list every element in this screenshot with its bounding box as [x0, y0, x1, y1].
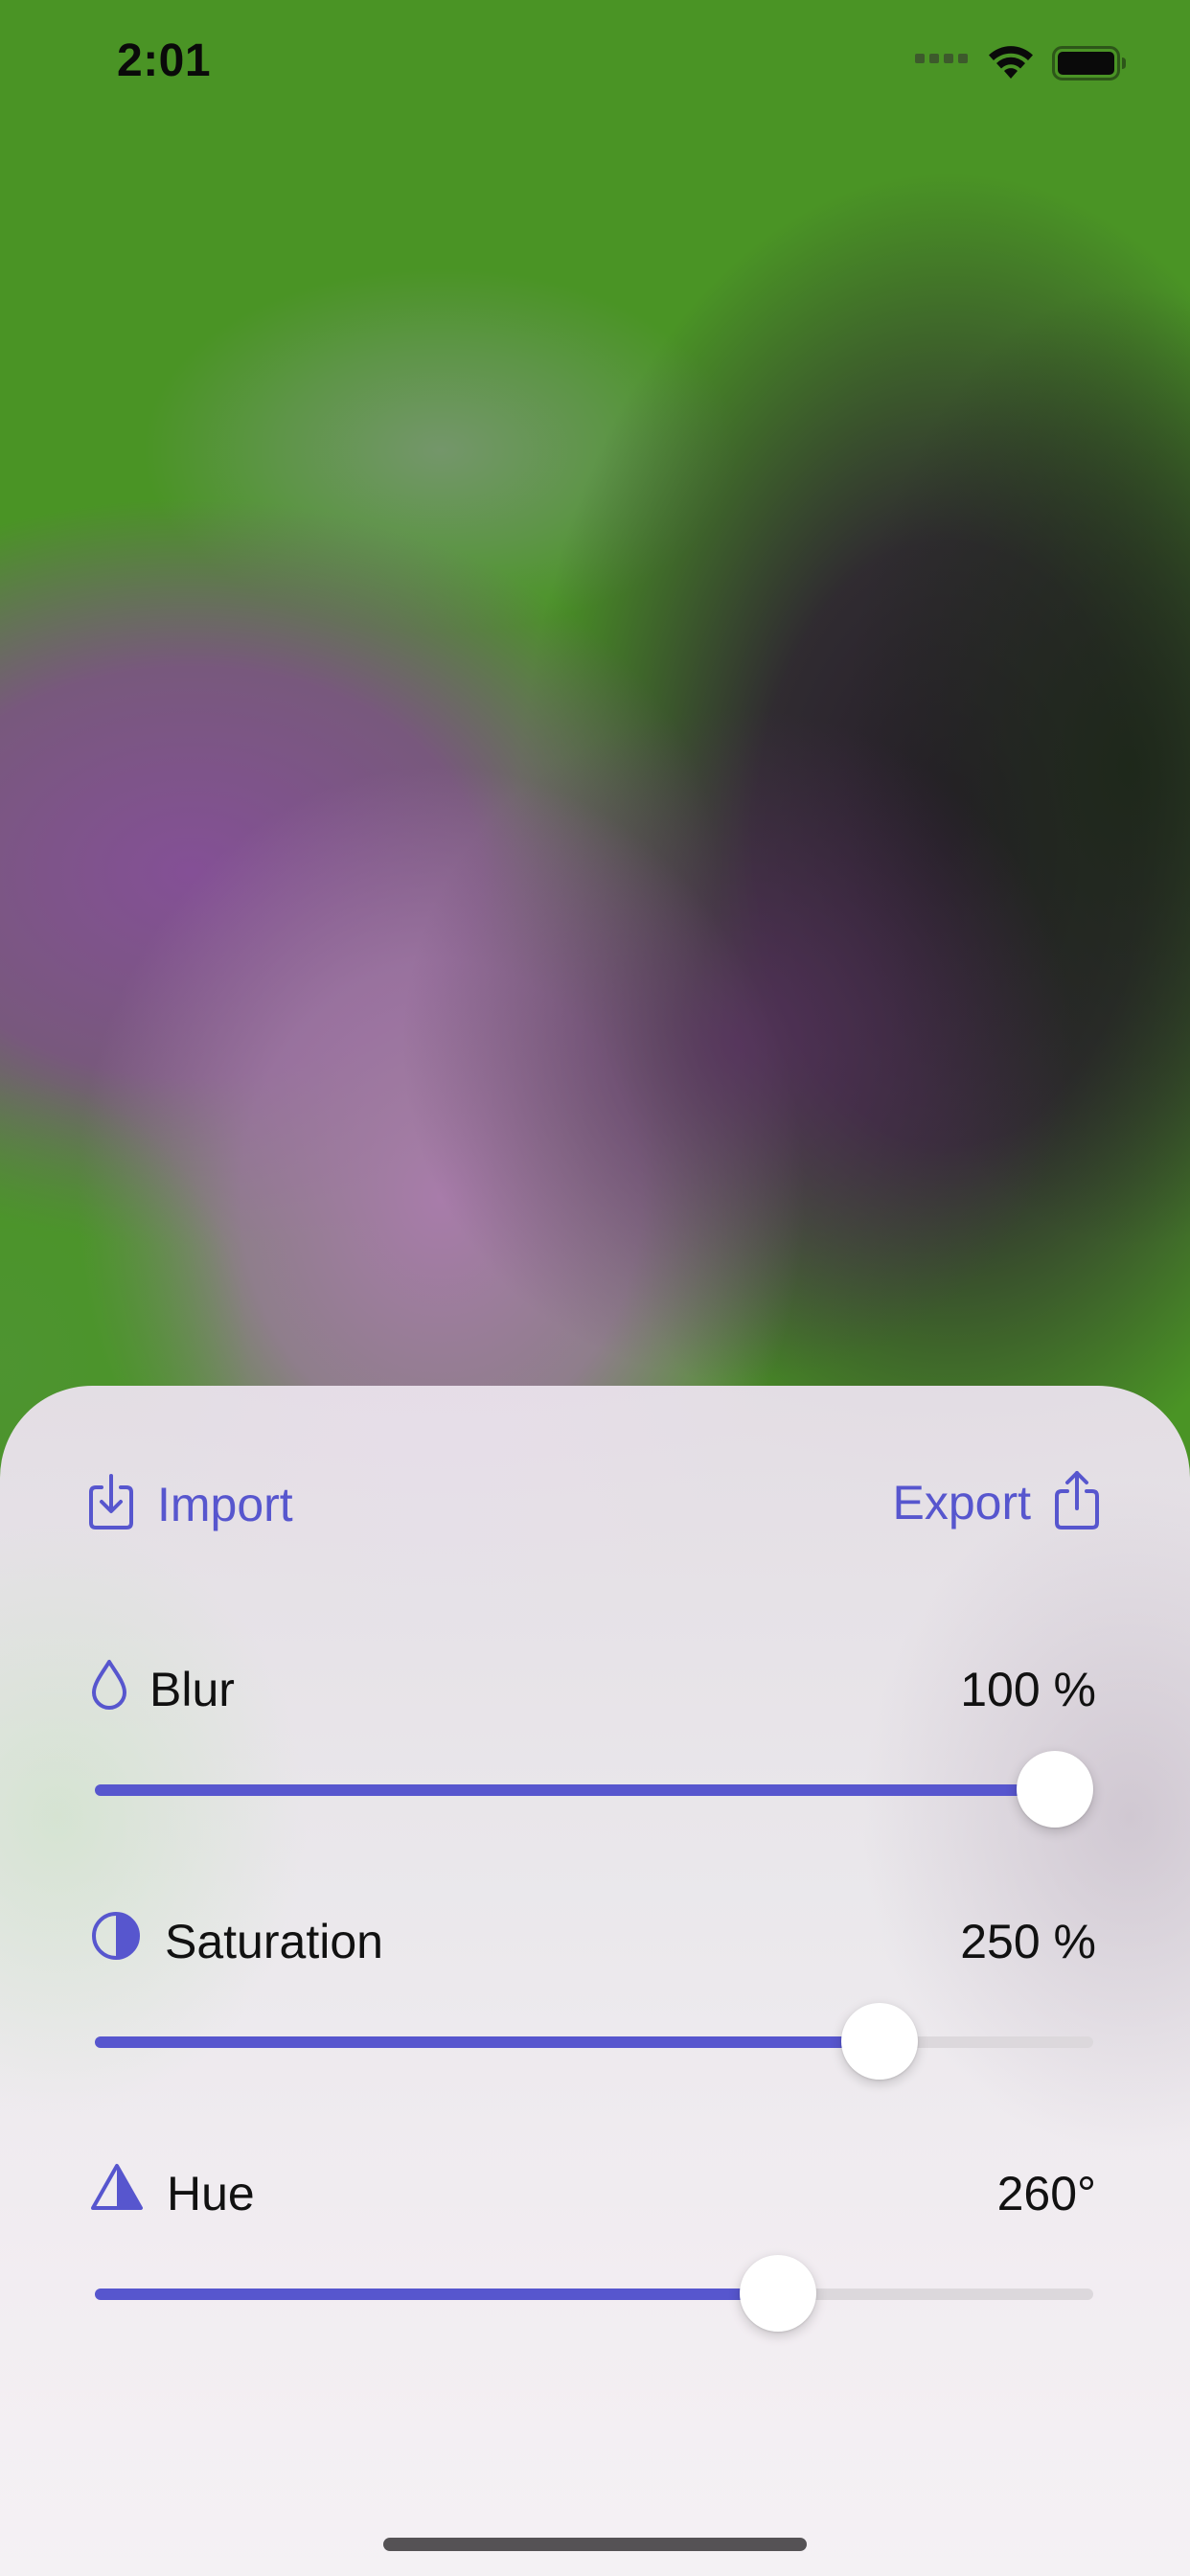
hue-header: Hue 260°: [90, 2158, 1096, 2225]
slider-thumb[interactable]: [841, 2003, 919, 2080]
saturation-slider[interactable]: [95, 2002, 1093, 2080]
hue-slider[interactable]: [95, 2254, 1093, 2332]
slider-fill: [95, 1784, 1055, 1796]
saturation-control: Saturation 250 %: [90, 1906, 1096, 2080]
slider-thumb[interactable]: [1017, 1751, 1093, 1828]
blur-label: Blur: [149, 1663, 235, 1716]
battery-icon: [1052, 46, 1127, 85]
import-label: Import: [157, 1477, 293, 1531]
slider-thumb[interactable]: [740, 2255, 817, 2332]
export-button[interactable]: Export: [892, 1470, 1100, 1534]
half-circle-icon: [90, 1910, 142, 1966]
blur-value: 100 %: [960, 1663, 1096, 1716]
share-icon: [1054, 1470, 1100, 1534]
slider-fill: [95, 2036, 881, 2048]
saturation-value: 250 %: [960, 1915, 1096, 1968]
home-indicator: [383, 2538, 807, 2551]
hue-value: 260°: [996, 2167, 1096, 2220]
slider-fill: [95, 2288, 779, 2300]
status-bar: 2:01: [0, 0, 1190, 125]
import-button[interactable]: Import: [88, 1474, 293, 1534]
blur-slider[interactable]: [95, 1750, 1093, 1828]
wifi-icon: [987, 44, 1035, 85]
import-icon: [88, 1474, 134, 1534]
blur-header: Blur 100 %: [90, 1654, 1096, 1721]
status-time: 2:01: [117, 35, 212, 86]
hue-label: Hue: [167, 2167, 255, 2220]
saturation-label: Saturation: [165, 1915, 383, 1968]
background-flower: [402, 709, 1073, 1380]
saturation-header: Saturation 250 %: [90, 1906, 1096, 1973]
blur-control: Blur 100 %: [90, 1654, 1096, 1828]
adjustments-sheet: Import Export Blur 100 % Saturation 250 …: [0, 1386, 1190, 2576]
signal-icon: [915, 50, 969, 70]
export-label: Export: [892, 1475, 1031, 1530]
drop-icon: [90, 1658, 128, 1716]
hue-control: Hue 260°: [90, 2158, 1096, 2332]
triangle-half-icon: [90, 2162, 144, 2217]
